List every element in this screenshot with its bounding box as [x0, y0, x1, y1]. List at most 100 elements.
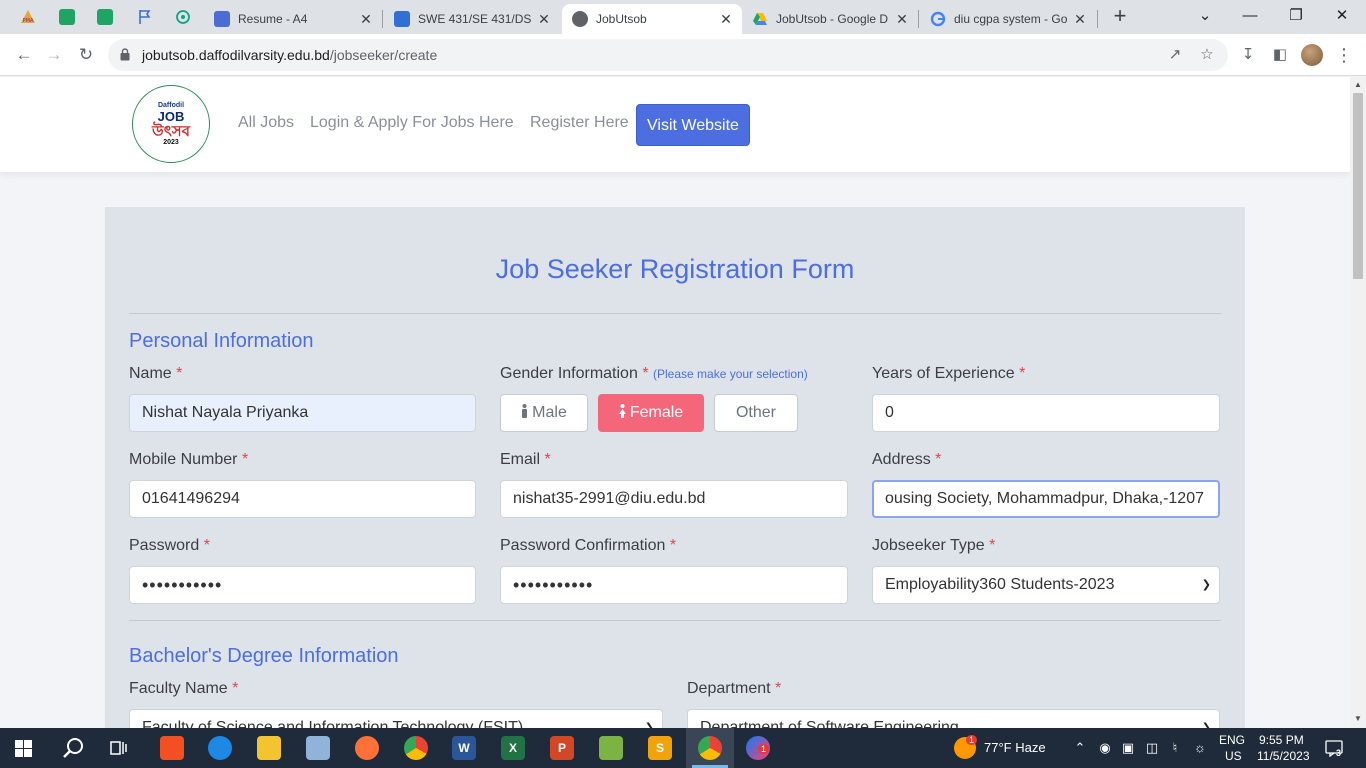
tab-title: JobUtsob - Google D: [776, 12, 889, 26]
word-icon[interactable]: W: [452, 736, 476, 760]
chrome-active-icon[interactable]: [698, 736, 722, 760]
pen-tool-icon[interactable]: [599, 736, 623, 760]
tab-resume[interactable]: Resume - A4 ✕: [204, 4, 382, 34]
tab-google-drive[interactable]: JobUtsob - Google D ✕: [742, 4, 918, 34]
browser-menu-icon[interactable]: ⋮: [1334, 43, 1354, 67]
label-text: Mobile Number: [129, 451, 238, 468]
speaker-icon[interactable]: ♮: [1167, 740, 1183, 756]
microsoft-store-icon[interactable]: [160, 736, 184, 760]
powerpoint-icon[interactable]: P: [550, 736, 574, 760]
password-confirm-input[interactable]: •••••••••••: [500, 566, 848, 604]
firefox-icon[interactable]: [355, 736, 379, 760]
close-icon[interactable]: ✕: [536, 11, 552, 27]
lock-icon: [120, 48, 130, 61]
windows-start-icon[interactable]: [15, 740, 32, 757]
password-input[interactable]: •••••••••••: [129, 566, 476, 604]
department-label: Department *: [687, 680, 781, 698]
tab-separator: [382, 10, 383, 28]
sublime-text-icon[interactable]: S: [648, 736, 672, 760]
job-utsob-logo[interactable]: Daffodil JOB উৎসব 2023: [132, 85, 210, 163]
scroll-up-icon[interactable]: ▲: [1353, 80, 1363, 90]
profile-avatar[interactable]: [1301, 44, 1323, 66]
clock-date[interactable]: 11/5/2023: [1257, 749, 1310, 763]
search-icon[interactable]: [62, 737, 84, 759]
required-mark: *: [203, 537, 210, 554]
sheets-icon: [59, 9, 75, 25]
notification-count: 3: [1336, 748, 1342, 758]
nav-register[interactable]: Register Here: [530, 114, 629, 132]
chevron-up-icon[interactable]: ⌃: [1072, 740, 1088, 756]
restore-button[interactable]: ❐: [1276, 2, 1316, 30]
reload-icon[interactable]: ↻: [74, 43, 98, 67]
security-icon[interactable]: ▣: [1120, 740, 1136, 756]
gender-female-button[interactable]: Female: [598, 394, 704, 432]
gender-male-button[interactable]: Male: [500, 394, 588, 432]
clock-time[interactable]: 9:55 PM: [1259, 733, 1304, 747]
close-icon[interactable]: ✕: [894, 11, 910, 27]
weather-text[interactable]: 77°F Haze: [984, 740, 1046, 755]
pinned-tab-pma[interactable]: PMA: [17, 6, 39, 28]
gender-other-button[interactable]: Other: [714, 394, 798, 432]
nav-login-apply[interactable]: Login & Apply For Jobs Here: [310, 114, 514, 132]
close-icon[interactable]: ✕: [718, 11, 734, 27]
share-icon[interactable]: ↗: [1166, 46, 1184, 64]
close-icon[interactable]: ✕: [1072, 11, 1088, 27]
name-input[interactable]: Nishat Nayala Priyanka: [129, 394, 476, 432]
faculty-select[interactable]: Faculty of Science and Information Techn…: [129, 709, 663, 728]
camera-icon[interactable]: ◉: [1097, 740, 1113, 756]
back-arrow-icon[interactable]: ←: [12, 43, 36, 67]
address-input[interactable]: ousing Society, Mohammadpur, Dhaka,-1207: [872, 480, 1220, 518]
tab-swe431[interactable]: SWE 431/SE 431/DS ✕: [384, 4, 560, 34]
page-scrollbar[interactable]: ▲ ▼: [1350, 77, 1366, 728]
chrome-icon[interactable]: [404, 736, 428, 760]
pinned-tab-sheets-2[interactable]: [94, 6, 116, 28]
svg-text:PMA: PMA: [23, 18, 34, 24]
tab-google-search[interactable]: diu cgpa system - Go ✕: [920, 4, 1096, 34]
document-icon: [214, 11, 230, 27]
flag-icon: [139, 10, 151, 24]
logo-line: Daffodil: [157, 102, 185, 109]
tab-title: diu cgpa system - Go: [954, 12, 1068, 26]
experience-input[interactable]: 0: [872, 394, 1220, 432]
file-explorer-icon[interactable]: [257, 736, 281, 760]
pinned-tab-flag[interactable]: [134, 6, 156, 28]
department-select[interactable]: Department of Software Engineering ❯: [687, 709, 1220, 728]
tab-jobutsob[interactable]: JobUtsob ✕: [562, 4, 742, 34]
address-bar[interactable]: jobutsob.daffodilvarsity.edu.bd/jobseeke…: [108, 39, 1228, 71]
label-text: Faculty Name: [129, 680, 228, 697]
language-bottom[interactable]: US: [1225, 749, 1242, 763]
chevron-down-icon: ❯: [1201, 579, 1211, 591]
label-text: Email: [500, 451, 541, 468]
divider: [129, 313, 1221, 314]
personal-info-heading: Personal Information: [129, 330, 314, 352]
nav-all-jobs[interactable]: All Jobs: [238, 114, 294, 132]
label-text: Address: [872, 451, 931, 468]
scroll-down-icon[interactable]: ▼: [1353, 714, 1363, 724]
task-view-icon[interactable]: [110, 739, 128, 757]
browser-toolbar: ← → ↻ jobutsob.daffodilvarsity.edu.bd/jo…: [0, 34, 1366, 76]
scroll-thumb[interactable]: [1353, 93, 1363, 279]
edge-icon[interactable]: [208, 736, 232, 760]
side-panel-icon[interactable]: ◧: [1270, 45, 1290, 65]
email-input[interactable]: nishat35-2991@diu.edu.bd: [500, 480, 848, 518]
bookmark-star-icon[interactable]: ☆: [1198, 46, 1216, 64]
virtualbox-icon[interactable]: [306, 736, 330, 760]
excel-icon[interactable]: X: [501, 736, 525, 760]
download-icon[interactable]: ↧: [1238, 45, 1258, 65]
forward-arrow-icon[interactable]: →: [42, 43, 66, 67]
pinned-tab-chatgpt[interactable]: [172, 6, 194, 28]
close-window-button[interactable]: ✕: [1322, 2, 1362, 30]
visit-website-button[interactable]: Visit Website: [636, 104, 750, 146]
new-tab-button[interactable]: +: [1109, 5, 1131, 27]
close-icon[interactable]: ✕: [358, 11, 374, 27]
minimize-button[interactable]: —: [1230, 2, 1270, 30]
jobseeker-type-select[interactable]: Employability360 Students-2023 ❯: [872, 566, 1220, 604]
language-top[interactable]: ENG: [1219, 733, 1245, 747]
pinned-tab-sheets-1[interactable]: [56, 6, 78, 28]
male-icon: [522, 404, 528, 418]
mobile-input[interactable]: 01641496294: [129, 480, 476, 518]
password-label: Password *: [129, 537, 210, 555]
tab-search-button[interactable]: ⌄: [1185, 2, 1225, 30]
battery-icon[interactable]: ◫: [1144, 740, 1160, 756]
wifi-icon[interactable]: ☼: [1192, 740, 1208, 756]
